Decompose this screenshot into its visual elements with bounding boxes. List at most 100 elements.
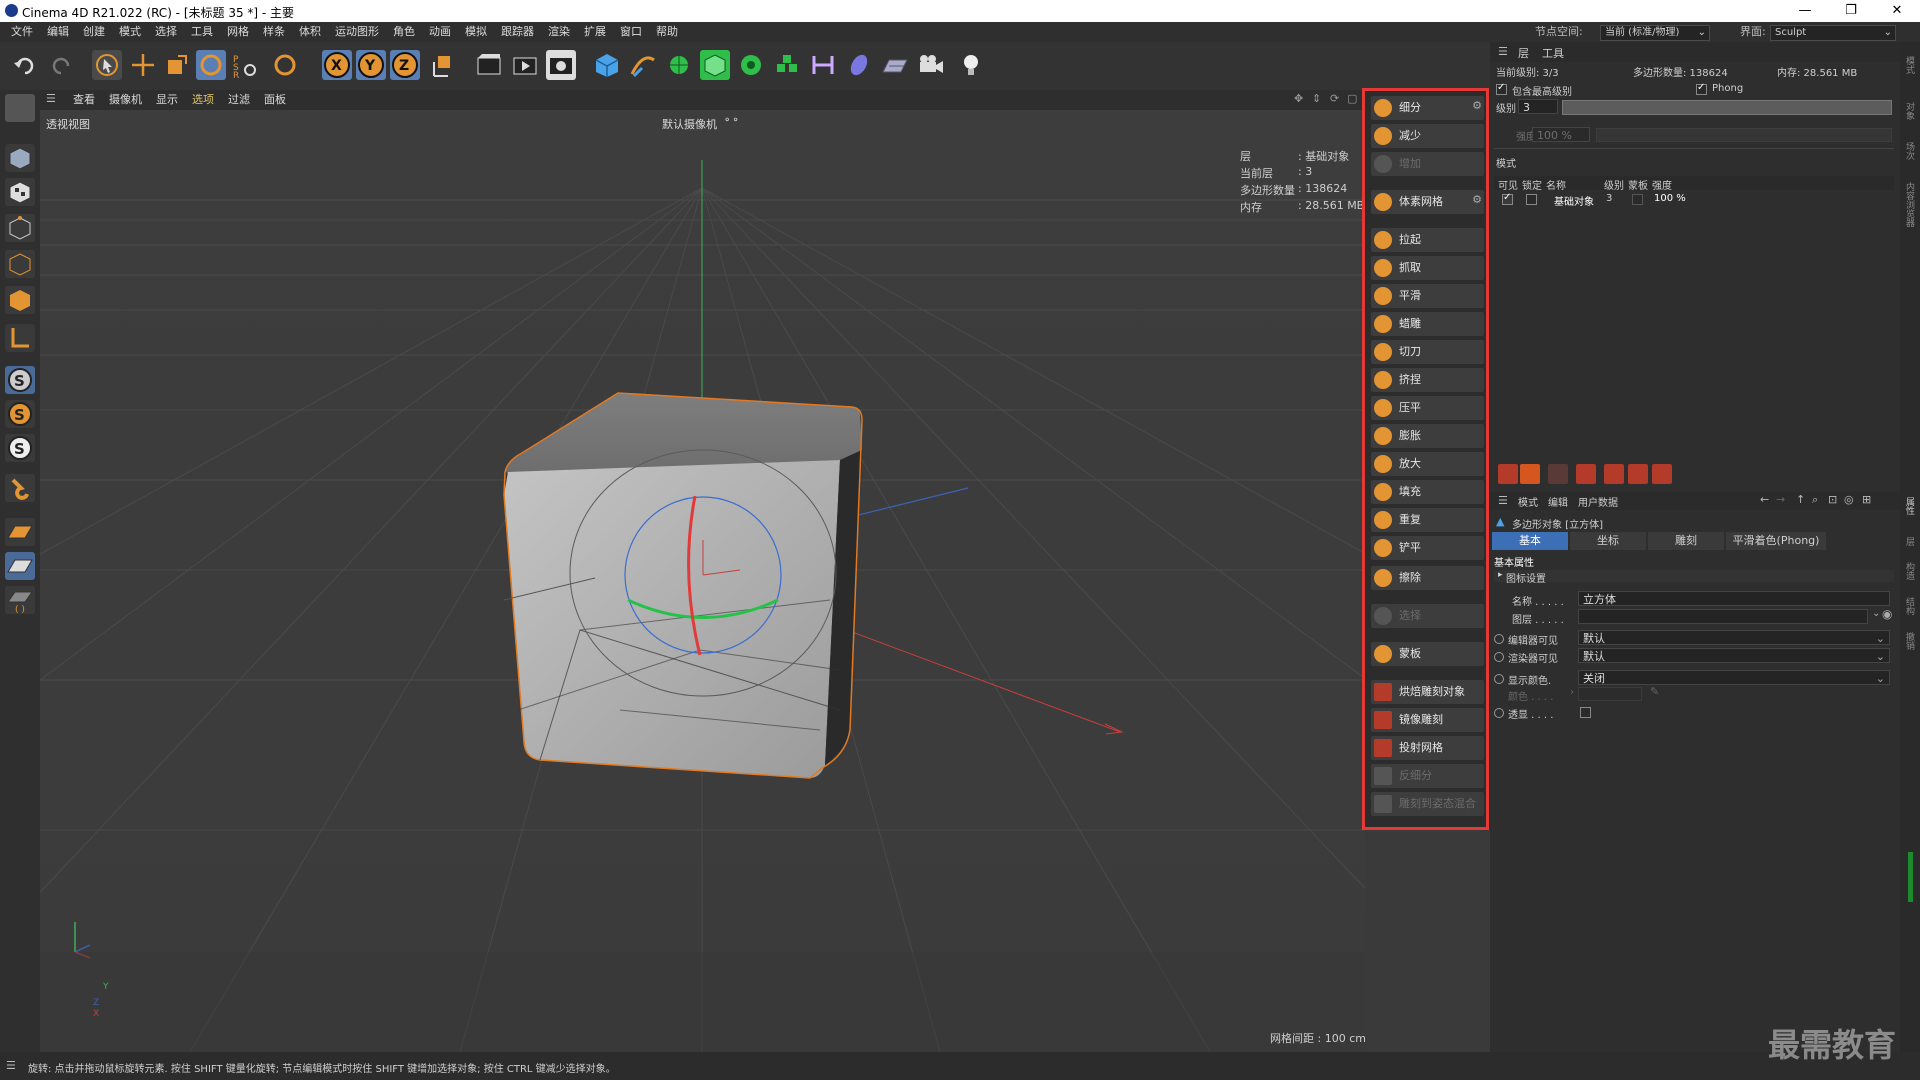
search-icon[interactable]: ⌕ (1812, 493, 1818, 507)
texture-mode-icon[interactable] (5, 178, 35, 206)
attr-menu-mode[interactable]: 模式 (1518, 494, 1538, 509)
tab-phong[interactable]: 平滑着色(Phong) (1726, 532, 1826, 550)
render-view-icon[interactable] (474, 50, 504, 80)
hamburger-menu-icon[interactable]: ☰ (1498, 494, 1508, 507)
coordinate-system-icon[interactable] (428, 50, 458, 80)
tab-coordinates[interactable]: 坐标 (1570, 532, 1646, 550)
color-swatch[interactable] (1578, 687, 1642, 701)
render-visible-dropdown[interactable]: 默认 ⌄ (1578, 648, 1890, 663)
object-mode-icon[interactable] (5, 144, 35, 172)
subdivision-surface-icon[interactable] (664, 50, 694, 80)
forward-arrow-icon[interactable]: → (1776, 493, 1785, 506)
paste-layer-icon[interactable] (1652, 464, 1672, 484)
workplane-icon[interactable] (5, 518, 35, 546)
viewport-menu-options[interactable]: 选项 (185, 90, 221, 110)
display-color-radio[interactable] (1494, 674, 1504, 684)
eyedropper-icon[interactable]: ✎ (1650, 685, 1659, 698)
workplane-lock-icon[interactable] (5, 552, 35, 580)
level-slider[interactable] (1562, 100, 1892, 115)
xray-checkbox[interactable] (1580, 707, 1591, 718)
extrude-icon[interactable] (700, 50, 730, 80)
attr-menu-edit[interactable]: 编辑 (1548, 494, 1568, 509)
maximize-view-icon[interactable]: ▢ (1347, 92, 1357, 105)
menu-mograph[interactable]: 运动图形 (328, 22, 386, 42)
pen-spline-icon[interactable] (628, 50, 658, 80)
deformer-icon[interactable] (772, 50, 802, 80)
phong-checkbox[interactable] (1696, 82, 1707, 95)
menu-simulate[interactable]: 模拟 (458, 22, 494, 42)
pick-icon[interactable]: ◉ (1882, 607, 1892, 621)
scale-icon[interactable] (162, 50, 192, 80)
strip-tab-objects[interactable]: 对象 (1903, 102, 1916, 120)
x-axis-lock-icon[interactable]: X (322, 50, 352, 80)
model-mode-icon[interactable] (5, 94, 35, 122)
polygons-mode-icon[interactable] (5, 286, 35, 314)
viewport-menu-view[interactable]: 查看 (66, 90, 102, 110)
render-to-picture-viewer-icon[interactable] (510, 50, 540, 80)
menu-edit[interactable]: 编辑 (40, 22, 76, 42)
redo-button[interactable] (46, 50, 76, 80)
new-panel-icon[interactable]: ⊞ (1862, 493, 1871, 506)
clear-layer-icon[interactable] (1576, 464, 1596, 484)
minimize-button[interactable]: — (1782, 0, 1828, 22)
menu-tools[interactable]: 工具 (184, 22, 220, 42)
include-highest-checkbox[interactable] (1496, 82, 1507, 95)
attr-menu-user-data[interactable]: 用户数据 (1578, 494, 1618, 509)
snap-settings-icon[interactable]: S (5, 400, 35, 428)
editor-visible-dropdown[interactable]: 默认 ⌄ (1578, 630, 1890, 645)
menu-window[interactable]: 窗口 (613, 22, 649, 42)
strength-slider[interactable] (1596, 128, 1892, 142)
menu-character[interactable]: 角色 (386, 22, 422, 42)
edges-mode-icon[interactable] (5, 250, 35, 278)
visible-checkbox[interactable] (1502, 192, 1513, 205)
table-row[interactable]: 基础对象 3 100 % (1494, 192, 1894, 208)
maximize-button[interactable]: ❐ (1828, 0, 1874, 22)
strip-tab-mode[interactable]: 模式 (1903, 56, 1916, 74)
tab-layers[interactable]: 层 (1518, 45, 1529, 61)
pan-icon[interactable]: ✥ (1294, 92, 1303, 105)
strip-tab-content-browser[interactable]: 内容浏览器 (1903, 182, 1916, 227)
live-selection-icon[interactable] (92, 50, 122, 80)
strip-tab-structure[interactable]: 结构 (1903, 597, 1916, 615)
menu-volume[interactable]: 体积 (292, 22, 328, 42)
add-layer-icon[interactable] (1498, 464, 1518, 484)
axis-mode-icon[interactable] (5, 324, 35, 352)
strip-tab-undo[interactable]: 撤销 (1903, 632, 1916, 650)
menu-tracker[interactable]: 跟踪器 (494, 22, 541, 42)
layer-field[interactable] (1578, 609, 1868, 624)
strip-tab-takes[interactable]: 场次 (1903, 142, 1916, 160)
tab-basic[interactable]: 基本 (1492, 532, 1568, 550)
render-visible-radio[interactable] (1494, 652, 1504, 662)
strength-input[interactable]: 100 % (1532, 127, 1590, 142)
cube-object[interactable] (503, 392, 863, 779)
layout-dropdown[interactable]: Sculpt ⌄ (1770, 25, 1896, 41)
hamburger-menu-icon[interactable]: ☰ (46, 92, 56, 105)
mask-checkbox[interactable] (1632, 194, 1643, 205)
editor-visible-radio[interactable] (1494, 634, 1504, 644)
tweak-mode-icon[interactable] (5, 474, 35, 502)
hamburger-menu-icon[interactable]: ☰ (6, 1059, 16, 1072)
psr-icon[interactable]: PSR (230, 50, 260, 81)
planar-workplane-icon[interactable]: ( ) (5, 586, 35, 615)
snap-icon[interactable]: S (5, 366, 35, 394)
menu-extensions[interactable]: 扩展 (577, 22, 613, 42)
viewport-menu-filter[interactable]: 过滤 (221, 90, 257, 110)
menu-select[interactable]: 选择 (148, 22, 184, 42)
light-icon[interactable] (956, 50, 986, 80)
strip-tab-attributes[interactable]: 属性 (1903, 497, 1916, 515)
tab-tools[interactable]: 工具 (1542, 45, 1564, 61)
add-folder-icon[interactable] (1520, 464, 1540, 484)
level-input[interactable]: 3 (1518, 99, 1558, 114)
hamburger-menu-icon[interactable]: ☰ (1498, 45, 1508, 58)
move-icon[interactable] (128, 50, 158, 80)
z-axis-lock-icon[interactable]: Z (390, 50, 420, 80)
copy-layer-icon[interactable] (1628, 464, 1648, 484)
menu-mode[interactable]: 模式 (112, 22, 148, 42)
delete-layer-icon[interactable] (1548, 464, 1568, 484)
camera-object-icon[interactable] (916, 50, 946, 80)
strip-tab-layers[interactable]: 层 (1903, 537, 1916, 546)
strip-tab-construction[interactable]: 构造 (1903, 562, 1916, 580)
menu-mesh[interactable]: 网格 (220, 22, 256, 42)
lock-checkbox[interactable] (1526, 194, 1537, 205)
viewport-menu-display[interactable]: 显示 (149, 90, 185, 110)
